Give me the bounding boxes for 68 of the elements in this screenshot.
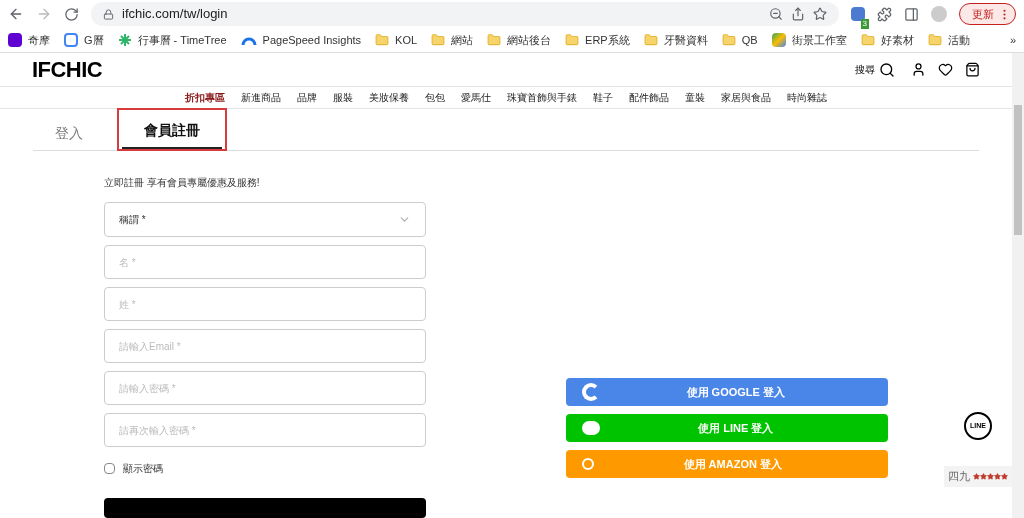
map-icon [771, 33, 786, 47]
bookmark-item[interactable]: G曆 [64, 31, 104, 49]
nav-link[interactable]: 折扣專區 [185, 90, 225, 105]
shopping-bag-icon[interactable] [965, 62, 980, 77]
more-bookmarks[interactable]: » [1009, 31, 1016, 49]
code-extension-icon[interactable] [851, 7, 865, 21]
tab[interactable]: 會員註冊 [122, 120, 222, 149]
bookmark-item[interactable]: 街景工作室 [771, 31, 847, 49]
reload-icon[interactable] [64, 6, 79, 22]
tab[interactable]: 登入 [33, 123, 105, 150]
folder-icon [860, 33, 875, 47]
update-button[interactable]: 更新 [959, 3, 1016, 25]
nav-link[interactable]: 時尚雜誌 [787, 90, 827, 105]
nav-link[interactable]: 鞋子 [593, 90, 613, 105]
folder-icon [375, 33, 390, 47]
nav-link[interactable]: 愛馬仕 [461, 90, 491, 105]
nav-link[interactable]: 童裝 [685, 90, 705, 105]
lock-icon [103, 8, 114, 20]
account-icon[interactable] [911, 62, 926, 77]
intro-text: 立即註冊 享有會員專屬優惠及服務! [104, 176, 261, 190]
side-panel-icon[interactable] [904, 6, 919, 22]
input-field[interactable]: 名 * [104, 245, 426, 279]
folder-icon [721, 33, 736, 47]
bookmark-item[interactable]: 網站 [431, 31, 474, 49]
nav-link[interactable]: 家居與食品 [721, 90, 771, 105]
folder-icon [431, 33, 446, 47]
yahoo-icon [8, 33, 22, 47]
bookmark-item[interactable]: QB [721, 31, 758, 49]
speech-bubble-icon [581, 421, 600, 435]
input-field[interactable]: 姓 * [104, 287, 426, 321]
search-icon[interactable] [879, 61, 895, 78]
nav-link[interactable]: 品牌 [297, 90, 317, 105]
nav-link[interactable]: 珠寶首飾與手錶 [507, 90, 577, 105]
zoom-out-icon[interactable] [769, 7, 783, 21]
nav-link[interactable]: 新進商品 [241, 90, 281, 105]
bookmark-star-icon[interactable] [813, 7, 827, 21]
leaf-icon [117, 33, 132, 47]
calendar-icon [64, 33, 78, 47]
folder-icon [487, 33, 502, 47]
nav-link[interactable]: 配件飾品 [629, 90, 669, 105]
social-login-button[interactable]: 使用 GOOGLE 登入 [565, 378, 888, 406]
show-password-checkbox[interactable]: 顯示密碼 [104, 461, 426, 476]
folder-icon [565, 33, 580, 47]
folder-icon [927, 33, 942, 47]
bookmark-item[interactable]: 網站後台 [487, 31, 552, 49]
extension-badge: 3 [860, 19, 869, 29]
folder-icon [643, 33, 658, 47]
bookmark-item[interactable]: 牙醫資料 [643, 31, 708, 49]
bookmark-item[interactable]: ERP系統 [565, 31, 630, 49]
bookmark-item[interactable]: PageSpeed Insights [240, 31, 362, 49]
bookmark-item[interactable]: 行事曆 - TimeTree [117, 31, 227, 49]
bookmark-item[interactable]: 活動 [927, 31, 970, 49]
extensions-icon[interactable] [877, 6, 892, 22]
wishlist-icon[interactable] [938, 62, 953, 77]
search-label[interactable]: 搜尋 [855, 62, 875, 77]
address-bar[interactable]: ifchic.com/tw/login [91, 2, 839, 26]
share-icon[interactable] [791, 7, 805, 21]
review-name: 四九 [948, 469, 970, 484]
site-logo[interactable]: IFCHIC [32, 53, 103, 86]
title-select[interactable]: 稱謂 * [104, 202, 426, 237]
bookmark-item[interactable]: KOL [375, 31, 418, 49]
bookmark-item[interactable]: 奇摩 [8, 31, 50, 49]
nav-link[interactable]: 服裝 [333, 90, 353, 105]
url-text: ifchic.com/tw/login [122, 5, 228, 24]
bookmark-item[interactable]: 好素材 [860, 31, 914, 49]
nav-link[interactable]: 美妝保養 [369, 90, 409, 105]
back-icon[interactable] [8, 6, 24, 22]
nav-link[interactable]: 包包 [425, 90, 445, 105]
